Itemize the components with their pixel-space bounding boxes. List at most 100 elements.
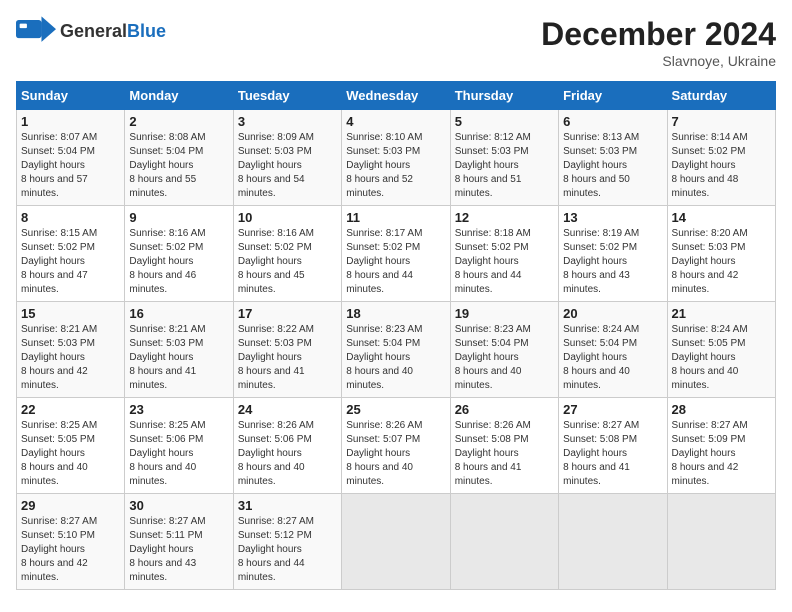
day-number: 15	[21, 306, 120, 321]
day-number: 2	[129, 114, 228, 129]
day-info: Sunrise: 8:10 AM Sunset: 5:03 PM Dayligh…	[346, 131, 445, 201]
sunset-label: Sunset: 5:07 PM	[346, 434, 420, 445]
sunrise-label: Sunrise: 8:07 AM	[21, 132, 97, 143]
calendar-week-3: 15 Sunrise: 8:21 AM Sunset: 5:03 PM Dayl…	[17, 302, 776, 398]
day-number: 17	[238, 306, 337, 321]
sunrise-label: Sunrise: 8:22 AM	[238, 324, 314, 335]
day-info: Sunrise: 8:24 AM Sunset: 5:05 PM Dayligh…	[672, 323, 771, 393]
day-info: Sunrise: 8:27 AM Sunset: 5:12 PM Dayligh…	[238, 515, 337, 585]
day-info: Sunrise: 8:15 AM Sunset: 5:02 PM Dayligh…	[21, 227, 120, 297]
daylight-label: Daylight hours	[563, 448, 627, 459]
sunset-label: Sunset: 5:08 PM	[563, 434, 637, 445]
month-title: December 2024	[541, 16, 776, 53]
daylight-value: 8 hours and 40 minutes.	[129, 462, 196, 487]
daylight-value: 8 hours and 57 minutes.	[21, 174, 88, 199]
sunset-label: Sunset: 5:05 PM	[672, 338, 746, 349]
day-info: Sunrise: 8:27 AM Sunset: 5:09 PM Dayligh…	[672, 419, 771, 489]
sunrise-label: Sunrise: 8:27 AM	[672, 420, 748, 431]
daylight-value: 8 hours and 44 minutes.	[455, 270, 522, 295]
daylight-value: 8 hours and 44 minutes.	[346, 270, 413, 295]
day-number: 10	[238, 210, 337, 225]
sunset-label: Sunset: 5:06 PM	[238, 434, 312, 445]
sunrise-label: Sunrise: 8:26 AM	[346, 420, 422, 431]
sunset-label: Sunset: 5:03 PM	[238, 146, 312, 157]
daylight-value: 8 hours and 41 minutes.	[129, 366, 196, 391]
day-info: Sunrise: 8:18 AM Sunset: 5:02 PM Dayligh…	[455, 227, 554, 297]
daylight-label: Daylight hours	[563, 160, 627, 171]
logo: General Blue	[16, 16, 166, 46]
sunrise-label: Sunrise: 8:14 AM	[672, 132, 748, 143]
daylight-label: Daylight hours	[238, 256, 302, 267]
daylight-label: Daylight hours	[238, 160, 302, 171]
day-info: Sunrise: 8:26 AM Sunset: 5:07 PM Dayligh…	[346, 419, 445, 489]
sunset-label: Sunset: 5:03 PM	[21, 338, 95, 349]
sunset-label: Sunset: 5:04 PM	[563, 338, 637, 349]
daylight-value: 8 hours and 51 minutes.	[455, 174, 522, 199]
day-info: Sunrise: 8:23 AM Sunset: 5:04 PM Dayligh…	[346, 323, 445, 393]
daylight-label: Daylight hours	[346, 256, 410, 267]
calendar-cell: 20 Sunrise: 8:24 AM Sunset: 5:04 PM Dayl…	[559, 302, 667, 398]
day-info: Sunrise: 8:16 AM Sunset: 5:02 PM Dayligh…	[129, 227, 228, 297]
calendar-header-monday: Monday	[125, 82, 233, 110]
daylight-label: Daylight hours	[21, 544, 85, 555]
sunset-label: Sunset: 5:04 PM	[21, 146, 95, 157]
sunrise-label: Sunrise: 8:25 AM	[21, 420, 97, 431]
daylight-label: Daylight hours	[21, 448, 85, 459]
day-number: 13	[563, 210, 662, 225]
calendar-header-wednesday: Wednesday	[342, 82, 450, 110]
sunrise-label: Sunrise: 8:23 AM	[455, 324, 531, 335]
sunrise-label: Sunrise: 8:19 AM	[563, 228, 639, 239]
sunrise-label: Sunrise: 8:21 AM	[129, 324, 205, 335]
daylight-label: Daylight hours	[346, 352, 410, 363]
calendar-cell: 15 Sunrise: 8:21 AM Sunset: 5:03 PM Dayl…	[17, 302, 125, 398]
sunset-label: Sunset: 5:03 PM	[455, 146, 529, 157]
calendar-cell: 24 Sunrise: 8:26 AM Sunset: 5:06 PM Dayl…	[233, 398, 341, 494]
calendar-cell: 26 Sunrise: 8:26 AM Sunset: 5:08 PM Dayl…	[450, 398, 558, 494]
sunset-label: Sunset: 5:03 PM	[346, 146, 420, 157]
daylight-label: Daylight hours	[672, 352, 736, 363]
day-info: Sunrise: 8:21 AM Sunset: 5:03 PM Dayligh…	[21, 323, 120, 393]
daylight-value: 8 hours and 40 minutes.	[21, 462, 88, 487]
calendar-cell: 2 Sunrise: 8:08 AM Sunset: 5:04 PM Dayli…	[125, 110, 233, 206]
daylight-value: 8 hours and 42 minutes.	[21, 366, 88, 391]
daylight-label: Daylight hours	[238, 448, 302, 459]
calendar-cell: 31 Sunrise: 8:27 AM Sunset: 5:12 PM Dayl…	[233, 494, 341, 590]
sunrise-label: Sunrise: 8:26 AM	[238, 420, 314, 431]
sunset-label: Sunset: 5:12 PM	[238, 530, 312, 541]
calendar-header-row: SundayMondayTuesdayWednesdayThursdayFrid…	[17, 82, 776, 110]
daylight-value: 8 hours and 45 minutes.	[238, 270, 305, 295]
daylight-value: 8 hours and 43 minutes.	[129, 558, 196, 583]
day-info: Sunrise: 8:25 AM Sunset: 5:05 PM Dayligh…	[21, 419, 120, 489]
day-info: Sunrise: 8:08 AM Sunset: 5:04 PM Dayligh…	[129, 131, 228, 201]
sunrise-label: Sunrise: 8:23 AM	[346, 324, 422, 335]
calendar-cell	[450, 494, 558, 590]
calendar-cell	[342, 494, 450, 590]
day-number: 23	[129, 402, 228, 417]
sunset-label: Sunset: 5:03 PM	[129, 338, 203, 349]
calendar-cell: 7 Sunrise: 8:14 AM Sunset: 5:02 PM Dayli…	[667, 110, 775, 206]
day-number: 21	[672, 306, 771, 321]
day-info: Sunrise: 8:27 AM Sunset: 5:10 PM Dayligh…	[21, 515, 120, 585]
calendar-cell: 11 Sunrise: 8:17 AM Sunset: 5:02 PM Dayl…	[342, 206, 450, 302]
day-number: 30	[129, 498, 228, 513]
calendar-cell: 12 Sunrise: 8:18 AM Sunset: 5:02 PM Dayl…	[450, 206, 558, 302]
daylight-value: 8 hours and 41 minutes.	[238, 366, 305, 391]
day-info: Sunrise: 8:21 AM Sunset: 5:03 PM Dayligh…	[129, 323, 228, 393]
calendar-cell: 23 Sunrise: 8:25 AM Sunset: 5:06 PM Dayl…	[125, 398, 233, 494]
calendar-week-4: 22 Sunrise: 8:25 AM Sunset: 5:05 PM Dayl…	[17, 398, 776, 494]
daylight-label: Daylight hours	[238, 544, 302, 555]
sunset-label: Sunset: 5:02 PM	[21, 242, 95, 253]
sunset-label: Sunset: 5:03 PM	[563, 146, 637, 157]
sunset-label: Sunset: 5:04 PM	[129, 146, 203, 157]
logo-blue: Blue	[127, 21, 166, 42]
sunrise-label: Sunrise: 8:16 AM	[238, 228, 314, 239]
calendar-cell: 27 Sunrise: 8:27 AM Sunset: 5:08 PM Dayl…	[559, 398, 667, 494]
daylight-label: Daylight hours	[563, 256, 627, 267]
daylight-label: Daylight hours	[129, 160, 193, 171]
calendar-table: SundayMondayTuesdayWednesdayThursdayFrid…	[16, 81, 776, 590]
day-number: 6	[563, 114, 662, 129]
sunset-label: Sunset: 5:03 PM	[238, 338, 312, 349]
daylight-value: 8 hours and 41 minutes.	[563, 462, 630, 487]
sunrise-label: Sunrise: 8:24 AM	[672, 324, 748, 335]
sunset-label: Sunset: 5:02 PM	[346, 242, 420, 253]
